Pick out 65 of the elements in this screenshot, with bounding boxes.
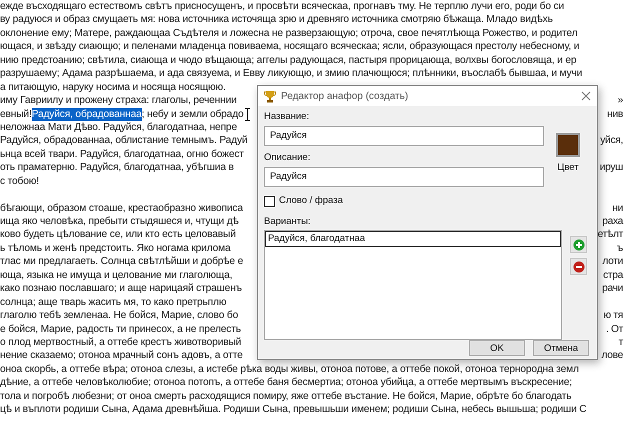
checkbox-label: Слово / фраза [279, 195, 343, 207]
document-text: » [618, 94, 624, 108]
document-text: ьнца всей твари. Радуйся, благодатнаа, огню божест [0, 148, 244, 162]
document-text: солнца; аще тварь жасить мя, то како претрьплю [0, 296, 226, 310]
document-text: иму Гавриилу и прожену страха: глаголы, реченнии [0, 94, 237, 108]
name-field[interactable]: Радуйся [264, 126, 544, 146]
description-field[interactable]: Радуйся [264, 167, 544, 187]
field-label: Варианты: [264, 216, 312, 228]
add-button[interactable] [570, 236, 587, 253]
document-text: . От [606, 322, 624, 336]
document-text: дѣние, а оттебе человѣколюбие; отоноа потопъ, а оттебе баня бесмертиа; отоноа убийца, а оттебе мертвымъ въскресение; [0, 376, 572, 390]
document-text: о плод мертвостный, а оттебе крестъ животворивый [0, 336, 242, 350]
document-text: оноа скорбь, а оттебе вѣра; отоноа слезы, а истебе рѣка воды живы, отоноа потове, а оттебе покой, отоноа тернородна земл [0, 362, 579, 376]
window-title: Редактор анафор (создать) [281, 90, 410, 102]
dialog-button[interactable]: OK [469, 340, 525, 356]
document-text: нию предстоанию; свѣтила, сиающа и чюдо вѣщающа; аггелы радующася, пастыря прорицающа, волхвы богословяща, и ер [0, 54, 576, 68]
document-text: нение сказаемо; отоноа мрачный сонъ адовъ, а отте [0, 349, 243, 363]
document-text: юща, языка не имуща и целование ми глаголюща, [0, 268, 232, 282]
trophy-icon [264, 90, 276, 102]
document-text: с тобою! [0, 174, 39, 188]
field-label: Название: [264, 111, 310, 123]
document-text: разрушаему; Адама разрѣшаема, и ада связуема, и Евву ликующю, и змию плачющюся; плѣнники, въослабѣ бывшаа, и мучи [0, 67, 582, 81]
document-text: ища яко человѣка, пребыти стыдяшеся и, чтущи дѣ [0, 215, 239, 228]
document-text: тлас ми предлагаеть. Солнца свѣтлѣйши и добрѣе е [0, 255, 244, 269]
document-text: ъ [616, 242, 624, 256]
document-text: ; небу и земли обрадо [142, 108, 244, 121]
document-text: лоти [602, 255, 624, 269]
text-cursor-icon [244, 108, 250, 121]
document-text: ируш [600, 161, 624, 175]
document-text: а питающую, наруку носима и носяща носящюю. [0, 80, 226, 94]
document-text: етѣлт [598, 228, 624, 242]
list-item[interactable]: Радуйся, благодатнаа [265, 231, 561, 247]
document-text: нив [607, 108, 624, 121]
color-swatch[interactable] [556, 133, 580, 157]
document-text: бѣгающи, образом стоаше, крестаобразно живописа [0, 202, 243, 216]
color-label: Цвет [557, 162, 579, 174]
document-text: ю тя [604, 309, 624, 322]
document-text: стра [603, 268, 624, 282]
document-text: уйся, [600, 134, 624, 148]
document-text: Радуйся, обрадованнаа, облистание темнымъ. Радуй [0, 134, 248, 148]
document-text: раха [602, 215, 624, 228]
document-text: ежде въсходящаго естествомъ свѣтъ присносущенъ, и просвѣти всяческаа, прогнавъ тму. Не терплю лучи его, роди бо си [0, 0, 564, 14]
dialog-button[interactable]: Отмена [533, 340, 589, 356]
checkbox[interactable] [264, 196, 275, 206]
document-text: ково будеть цѣлование се, или кто есть целовавый [0, 228, 236, 242]
document-text: ь тѣломь и женѣ предстоить. Яко ногама крилома [0, 242, 231, 256]
document-text: цѣ и въплоти родиши Сына, Адама древнѣйша. Родиши Сына, превышьши именем; родиши Сына, небесь вышьша; родиши С [0, 403, 586, 417]
document-text: оклонение ему; Матере, раждающаа Съдѣтеля и ложесна не разверзающую; отроча, свое печятлѣюща Рожество, и родител [0, 26, 578, 40]
document-text: ющася, и звѣзду сиающю; и пеленами младенца повиваема, носящаго всяческаа; ясли, образующася престолу небесному, и [0, 40, 580, 54]
document-text: т [618, 336, 624, 350]
document-text: ву радуюся и образ смущаеть мя: нова источника источяща зрю и древняго источника смотряю бѣжаща. Младо видѣхь [0, 13, 553, 27]
document-text: е бойся, Марие, радость ти принесох, а не прелесть [0, 322, 241, 336]
document-text: евный! [0, 108, 32, 121]
document-text: лове [602, 349, 624, 363]
document-text: рачи [602, 282, 624, 296]
document-text: ни [612, 202, 624, 215]
remove-button[interactable] [570, 258, 587, 275]
selected-text: Радуйся, обрадованнаа [32, 108, 142, 121]
document-text: глаголю тебѣ земленаа. Не бойся, Марие, слово бо [0, 309, 238, 323]
field-label: Описание: [264, 152, 312, 164]
document-text: како познаю пославшаго; и аще нарицаяй страшенъ [0, 282, 242, 296]
document-text: тола и погробѣ любезни; от оноа смерть расходящися помиру, яже оттебе въстание. Не бойся, Марие, обрѣте бо благодать [0, 390, 572, 404]
document-text: оть праматерню. Радуйся, благодатнаа, убѣгшиа в [0, 161, 234, 175]
document-text: неложнаа Мати Дѣво. Радуйся, благодатнаа, непре [0, 120, 237, 134]
close-icon[interactable] [581, 91, 591, 101]
